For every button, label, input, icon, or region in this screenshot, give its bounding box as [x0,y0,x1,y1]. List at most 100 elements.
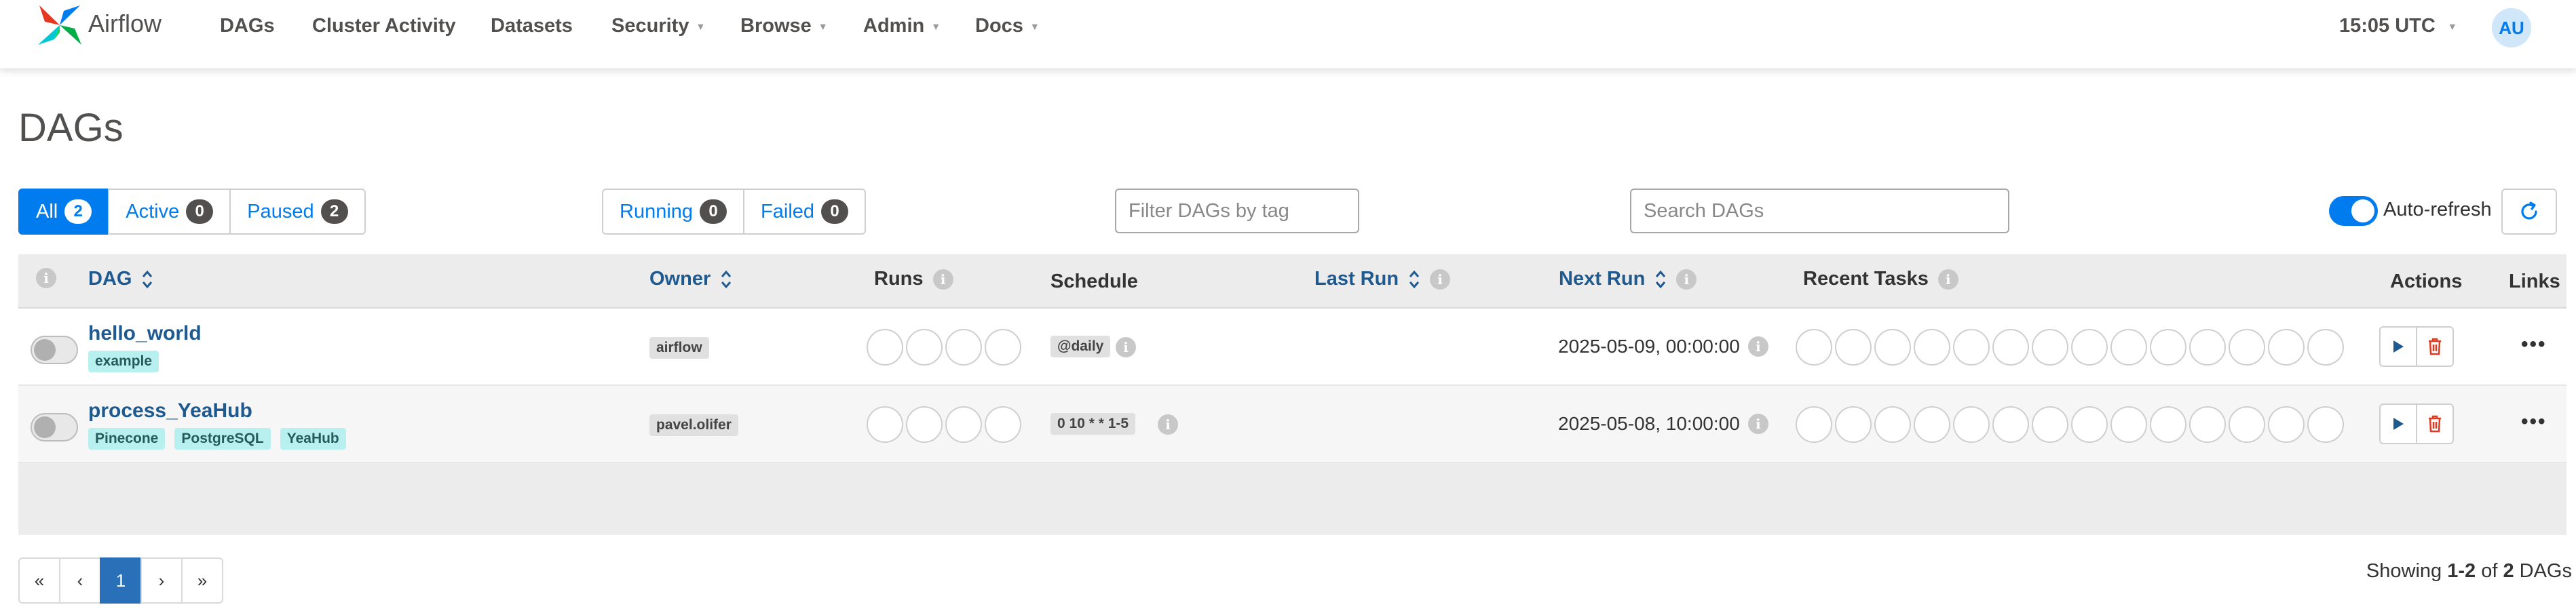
header-next-run[interactable]: Next Run i [1559,268,1697,290]
dag-tag[interactable]: YeaHub [280,428,346,450]
dag-link[interactable]: hello_world [88,322,202,345]
filter-all-button[interactable]: All 2 [18,189,110,235]
task-state-circle[interactable] [1796,329,1832,366]
task-state-circle[interactable] [1874,329,1911,366]
timezone-dropdown[interactable]: 15:05 UTC ▼ [2339,15,2457,37]
next-page-button[interactable]: › [140,557,183,604]
nav-dags[interactable]: DAGs [220,15,275,37]
task-state-circle[interactable] [1835,329,1872,366]
tag-filter-input[interactable] [1115,189,1359,233]
pagination: « ‹ 1 › » [18,557,223,604]
task-state-circle[interactable] [2268,406,2305,443]
refresh-button[interactable] [2501,189,2557,235]
info-icon[interactable]: i [1676,269,1697,290]
owner-label[interactable]: pavel.olifer [649,414,738,436]
nav-admin[interactable]: Admin ▼ [863,15,941,37]
pause-toggle[interactable] [31,336,78,364]
run-state-circle[interactable] [906,406,943,443]
brand-name[interactable]: Airflow [88,9,162,38]
run-state-circle[interactable] [867,329,903,366]
filter-active-button[interactable]: Active 0 [108,189,231,235]
info-icon[interactable]: i [1116,337,1136,357]
auto-refresh-toggle[interactable] [2329,196,2378,226]
run-state-circle[interactable] [945,329,982,366]
user-avatar[interactable]: AU [2492,8,2531,47]
airflow-logo-icon[interactable] [34,0,86,50]
header-links: Links [2509,271,2560,292]
task-state-circle[interactable] [2110,406,2147,443]
trigger-dag-button[interactable] [2379,404,2417,444]
task-state-circle[interactable] [1992,329,2029,366]
info-icon[interactable]: i [1158,414,1178,435]
task-state-circle[interactable] [2032,406,2068,443]
header-last-run[interactable]: Last Run i [1314,268,1451,290]
actions-group [2379,326,2454,367]
task-state-circle[interactable] [1992,406,2029,443]
caret-down-icon: ▼ [2447,20,2457,32]
task-state-circle[interactable] [2189,329,2226,366]
first-page-button[interactable]: « [18,557,60,604]
run-state-circle[interactable] [945,406,982,443]
task-state-circle[interactable] [2150,329,2186,366]
task-state-circle[interactable] [1835,406,1872,443]
delete-dag-button[interactable] [2416,326,2454,367]
more-icon[interactable]: ••• [2521,410,2547,433]
more-icon[interactable]: ••• [2521,333,2547,356]
dag-tag[interactable]: example [88,351,159,372]
info-icon[interactable]: i [1747,414,1768,434]
task-state-circle[interactable] [2229,329,2265,366]
nav-datasets[interactable]: Datasets [491,15,573,37]
page-1-button[interactable]: 1 [100,557,142,604]
task-state-circle[interactable] [1953,406,1990,443]
prev-page-button[interactable]: ‹ [59,557,101,604]
runs-circles [867,329,1021,366]
header-actions: Actions [2390,271,2463,292]
nav-browse[interactable]: Browse ▼ [740,15,828,37]
info-icon[interactable]: i [932,269,953,290]
run-state-circle[interactable] [985,329,1021,366]
task-state-circle[interactable] [2071,406,2108,443]
info-icon[interactable]: i [1747,336,1768,357]
run-state-circle[interactable] [985,406,1021,443]
task-state-circle[interactable] [2307,329,2344,366]
info-icon[interactable]: i [1937,269,1958,290]
task-state-circle[interactable] [1914,406,1950,443]
run-state-circle[interactable] [906,329,943,366]
pause-toggle[interactable] [31,413,78,441]
nav-cluster-activity[interactable]: Cluster Activity [312,15,456,37]
table-header: i DAG Owner Runs i Schedule Last Run i Ne… [18,254,2566,309]
info-icon[interactable]: i [1430,269,1451,290]
task-state-circle[interactable] [2032,329,2068,366]
dag-link[interactable]: process_YeaHub [88,399,252,423]
task-state-circle[interactable] [2229,406,2265,443]
run-state-circle[interactable] [867,406,903,443]
nav-security[interactable]: Security ▼ [611,15,705,37]
task-state-circle[interactable] [2110,329,2147,366]
owner-label[interactable]: airflow [649,337,709,359]
next-run-value: 2025-05-09, 00:00:00 i [1558,336,1768,357]
last-page-button[interactable]: » [181,557,223,604]
task-state-circle[interactable] [2268,329,2305,366]
trigger-dag-button[interactable] [2379,326,2417,367]
schedule-label[interactable]: @daily [1050,336,1111,357]
search-dags-input[interactable] [1630,189,2009,233]
header-runs: Runs i [874,268,953,290]
filter-running-button[interactable]: Running 0 [602,189,745,235]
schedule-label[interactable]: 0 10 * * 1-5 [1050,413,1136,435]
delete-dag-button[interactable] [2416,404,2454,444]
filter-paused-button[interactable]: Paused 2 [229,189,366,235]
header-dag[interactable]: DAG [88,268,153,290]
header-owner[interactable]: Owner [649,268,732,290]
nav-docs[interactable]: Docs ▼ [975,15,1040,37]
task-state-circle[interactable] [2071,329,2108,366]
task-state-circle[interactable] [1796,406,1832,443]
dag-tag[interactable]: Pinecone [88,428,166,450]
task-state-circle[interactable] [1953,329,1990,366]
task-state-circle[interactable] [1914,329,1950,366]
task-state-circle[interactable] [2150,406,2186,443]
task-state-circle[interactable] [2189,406,2226,443]
task-state-circle[interactable] [2307,406,2344,443]
filter-failed-button[interactable]: Failed 0 [743,189,867,235]
dag-tag[interactable]: PostgreSQL [174,428,271,450]
task-state-circle[interactable] [1874,406,1911,443]
